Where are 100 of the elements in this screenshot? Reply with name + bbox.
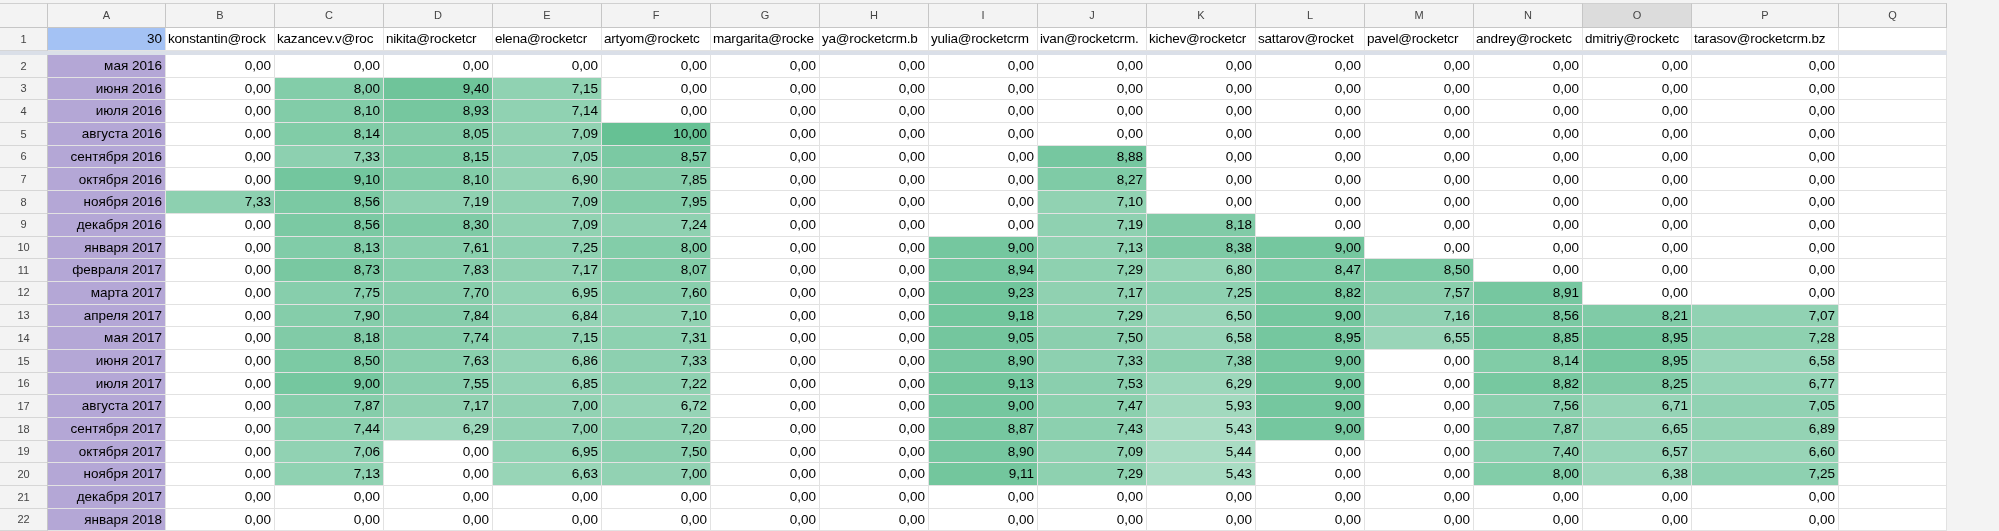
freeze-bar[interactable] bbox=[0, 51, 1947, 55]
spreadsheet-cell[interactable]: 0,00 bbox=[711, 418, 820, 441]
spreadsheet-cell[interactable]: 7,75 bbox=[275, 281, 384, 305]
spreadsheet-cell[interactable]: 0,00 bbox=[929, 486, 1038, 509]
spreadsheet-cell[interactable]: 7,47 bbox=[1038, 395, 1147, 418]
spreadsheet-cell[interactable]: 9,00 bbox=[1256, 349, 1365, 373]
spreadsheet-cell[interactable]: 9,00 bbox=[929, 395, 1038, 418]
spreadsheet-cell[interactable]: 9,13 bbox=[929, 372, 1038, 396]
spreadsheet-cell[interactable]: 0,00 bbox=[820, 440, 929, 464]
column-header[interactable]: G bbox=[711, 3, 820, 28]
spreadsheet-cell[interactable]: 0,00 bbox=[711, 259, 820, 282]
spreadsheet-cell[interactable]: 0,00 bbox=[711, 395, 820, 418]
column-header[interactable]: H bbox=[820, 3, 929, 28]
spreadsheet-cell[interactable]: kazancev.v@roc bbox=[275, 28, 384, 51]
spreadsheet-cell[interactable]: 7,13 bbox=[1038, 236, 1147, 260]
spreadsheet-cell[interactable]: nikita@rocketcr bbox=[384, 28, 493, 51]
spreadsheet-cell[interactable]: 0,00 bbox=[1692, 486, 1839, 509]
spreadsheet-cell[interactable]: 7,84 bbox=[384, 304, 493, 328]
spreadsheet-cell[interactable]: 6,77 bbox=[1692, 372, 1839, 396]
spreadsheet-cell[interactable]: 0,00 bbox=[1147, 168, 1256, 192]
spreadsheet-cell[interactable]: 6,85 bbox=[493, 372, 602, 396]
column-header[interactable]: D bbox=[384, 3, 493, 28]
column-header[interactable]: P bbox=[1692, 3, 1839, 28]
spreadsheet-cell[interactable]: 0,00 bbox=[166, 213, 275, 237]
spreadsheet-cell[interactable]: 6,29 bbox=[1147, 372, 1256, 396]
spreadsheet-cell[interactable]: февраля 2017 bbox=[48, 259, 166, 282]
spreadsheet-cell[interactable]: мая 2016 bbox=[48, 55, 166, 78]
spreadsheet-cell[interactable]: 7,40 bbox=[1474, 440, 1583, 464]
spreadsheet-cell[interactable]: 7,33 bbox=[602, 349, 711, 373]
spreadsheet-cell[interactable]: 7,10 bbox=[1038, 191, 1147, 214]
spreadsheet-cell[interactable]: 7,14 bbox=[493, 100, 602, 124]
spreadsheet-cell[interactable]: 7,87 bbox=[275, 395, 384, 418]
spreadsheet-cell[interactable]: 0,00 bbox=[711, 236, 820, 260]
spreadsheet-cell[interactable]: 0,00 bbox=[1474, 168, 1583, 192]
spreadsheet-cell[interactable]: октября 2017 bbox=[48, 440, 166, 464]
spreadsheet-cell[interactable]: 0,00 bbox=[1038, 100, 1147, 124]
spreadsheet-cell[interactable]: 0,00 bbox=[1256, 191, 1365, 214]
spreadsheet-cell[interactable]: 0,00 bbox=[384, 55, 493, 78]
spreadsheet-cell[interactable]: 6,58 bbox=[1692, 349, 1839, 373]
spreadsheet-cell[interactable]: января 2017 bbox=[48, 236, 166, 260]
column-header[interactable]: I bbox=[929, 3, 1038, 28]
spreadsheet-cell[interactable]: 8,05 bbox=[384, 123, 493, 146]
column-header[interactable]: N bbox=[1474, 3, 1583, 28]
spreadsheet-cell[interactable]: 0,00 bbox=[820, 100, 929, 124]
spreadsheet-cell[interactable]: 7,53 bbox=[1038, 372, 1147, 396]
spreadsheet-cell[interactable]: 0,00 bbox=[1692, 259, 1839, 282]
spreadsheet-cell[interactable]: 0,00 bbox=[820, 77, 929, 101]
spreadsheet-cell[interactable]: 7,19 bbox=[1038, 213, 1147, 237]
spreadsheet-cell[interactable]: 0,00 bbox=[929, 191, 1038, 214]
spreadsheet-cell[interactable]: andrey@rocketc bbox=[1474, 28, 1583, 51]
spreadsheet-cell[interactable]: 8,56 bbox=[275, 213, 384, 237]
spreadsheet-cell[interactable]: 0,00 bbox=[711, 463, 820, 487]
spreadsheet-cell[interactable]: 0,00 bbox=[1365, 349, 1474, 373]
spreadsheet-cell[interactable]: 7,85 bbox=[602, 168, 711, 192]
spreadsheet-cell[interactable]: 0,00 bbox=[711, 349, 820, 373]
spreadsheet-cell[interactable]: 0,00 bbox=[820, 191, 929, 214]
spreadsheet-cell[interactable]: 0,00 bbox=[1147, 77, 1256, 101]
spreadsheet-cell[interactable]: 0,00 bbox=[711, 440, 820, 464]
spreadsheet-cell[interactable]: 9,40 bbox=[384, 77, 493, 101]
spreadsheet-cell[interactable]: 0,00 bbox=[1147, 123, 1256, 146]
spreadsheet-cell[interactable]: 8,87 bbox=[929, 418, 1038, 441]
spreadsheet-cell[interactable]: 8,30 bbox=[384, 213, 493, 237]
spreadsheet-cell[interactable]: 30 bbox=[48, 28, 166, 51]
spreadsheet-cell[interactable]: июня 2017 bbox=[48, 349, 166, 373]
spreadsheet-cell[interactable]: 8,18 bbox=[1147, 213, 1256, 237]
spreadsheet-cell[interactable]: 0,00 bbox=[1256, 77, 1365, 101]
spreadsheet-cell[interactable]: 0,00 bbox=[711, 145, 820, 169]
spreadsheet-cell[interactable]: yulia@rocketcrm bbox=[929, 28, 1038, 51]
spreadsheet-cell[interactable]: 0,00 bbox=[1365, 145, 1474, 169]
row-header[interactable]: 9 bbox=[0, 213, 48, 237]
spreadsheet-cell[interactable]: 5,44 bbox=[1147, 440, 1256, 464]
spreadsheet-cell[interactable]: 0,00 bbox=[1692, 191, 1839, 214]
spreadsheet-cell[interactable]: 7,09 bbox=[493, 191, 602, 214]
column-header[interactable]: A bbox=[48, 3, 166, 28]
spreadsheet-cell[interactable]: 8,82 bbox=[1474, 372, 1583, 396]
spreadsheet-cell[interactable]: 0,00 bbox=[1365, 191, 1474, 214]
spreadsheet-cell[interactable]: elena@rocketcr bbox=[493, 28, 602, 51]
spreadsheet-cell[interactable]: 0,00 bbox=[1365, 168, 1474, 192]
spreadsheet-cell[interactable]: 0,00 bbox=[1256, 100, 1365, 124]
spreadsheet-cell[interactable]: 7,19 bbox=[384, 191, 493, 214]
spreadsheet-cell[interactable]: 0,00 bbox=[1256, 213, 1365, 237]
spreadsheet-cell[interactable]: 8,82 bbox=[1256, 281, 1365, 305]
spreadsheet-cell[interactable]: 9,23 bbox=[929, 281, 1038, 305]
spreadsheet-cell[interactable]: 0,00 bbox=[711, 327, 820, 350]
spreadsheet-cell[interactable]: 6,57 bbox=[1583, 440, 1692, 464]
spreadsheet-cell[interactable]: 0,00 bbox=[1256, 168, 1365, 192]
spreadsheet-cell[interactable]: 0,00 bbox=[820, 281, 929, 305]
spreadsheet-cell[interactable]: 0,00 bbox=[1583, 191, 1692, 214]
spreadsheet-cell[interactable]: 7,05 bbox=[1692, 395, 1839, 418]
spreadsheet-cell[interactable]: 0,00 bbox=[1583, 100, 1692, 124]
spreadsheet-cell[interactable]: pavel@rocketcr bbox=[1365, 28, 1474, 51]
spreadsheet-cell[interactable]: 8,18 bbox=[275, 327, 384, 350]
spreadsheet-cell[interactable]: 8,10 bbox=[384, 168, 493, 192]
spreadsheet-cell[interactable]: 0,00 bbox=[1256, 486, 1365, 509]
spreadsheet-cell[interactable]: 0,00 bbox=[1692, 213, 1839, 237]
spreadsheet-cell[interactable]: 0,00 bbox=[1692, 100, 1839, 124]
spreadsheet-cell[interactable]: 8,07 bbox=[602, 259, 711, 282]
row-header[interactable]: 22 bbox=[0, 508, 48, 531]
spreadsheet-cell[interactable]: 0,00 bbox=[384, 508, 493, 531]
spreadsheet-cell[interactable]: 0,00 bbox=[820, 145, 929, 169]
